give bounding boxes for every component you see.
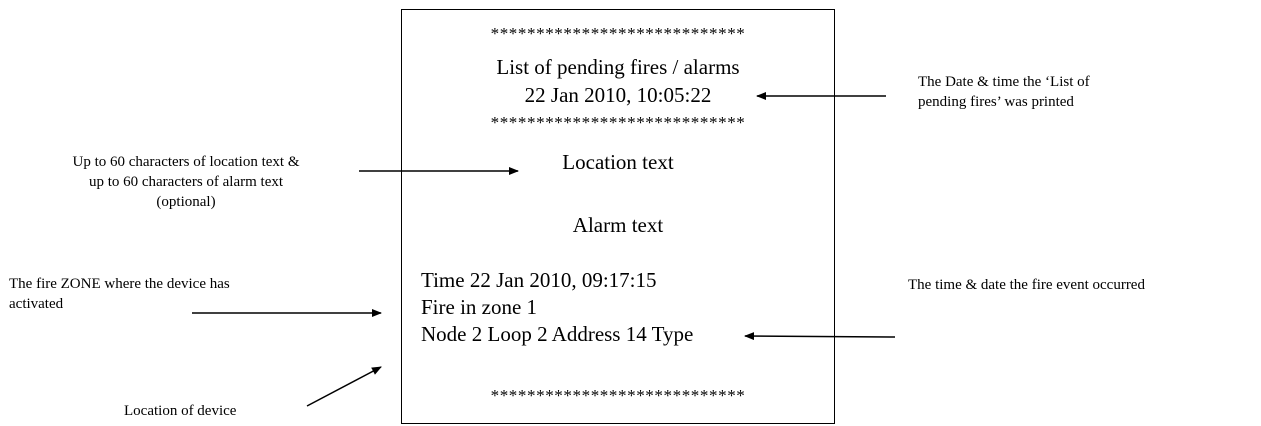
annotation-arrows <box>192 92 896 407</box>
diagram-canvas: **************************** List of pen… <box>0 0 1261 426</box>
arrow-to-event-time <box>744 332 896 341</box>
arrow-to-device-location <box>306 366 382 407</box>
